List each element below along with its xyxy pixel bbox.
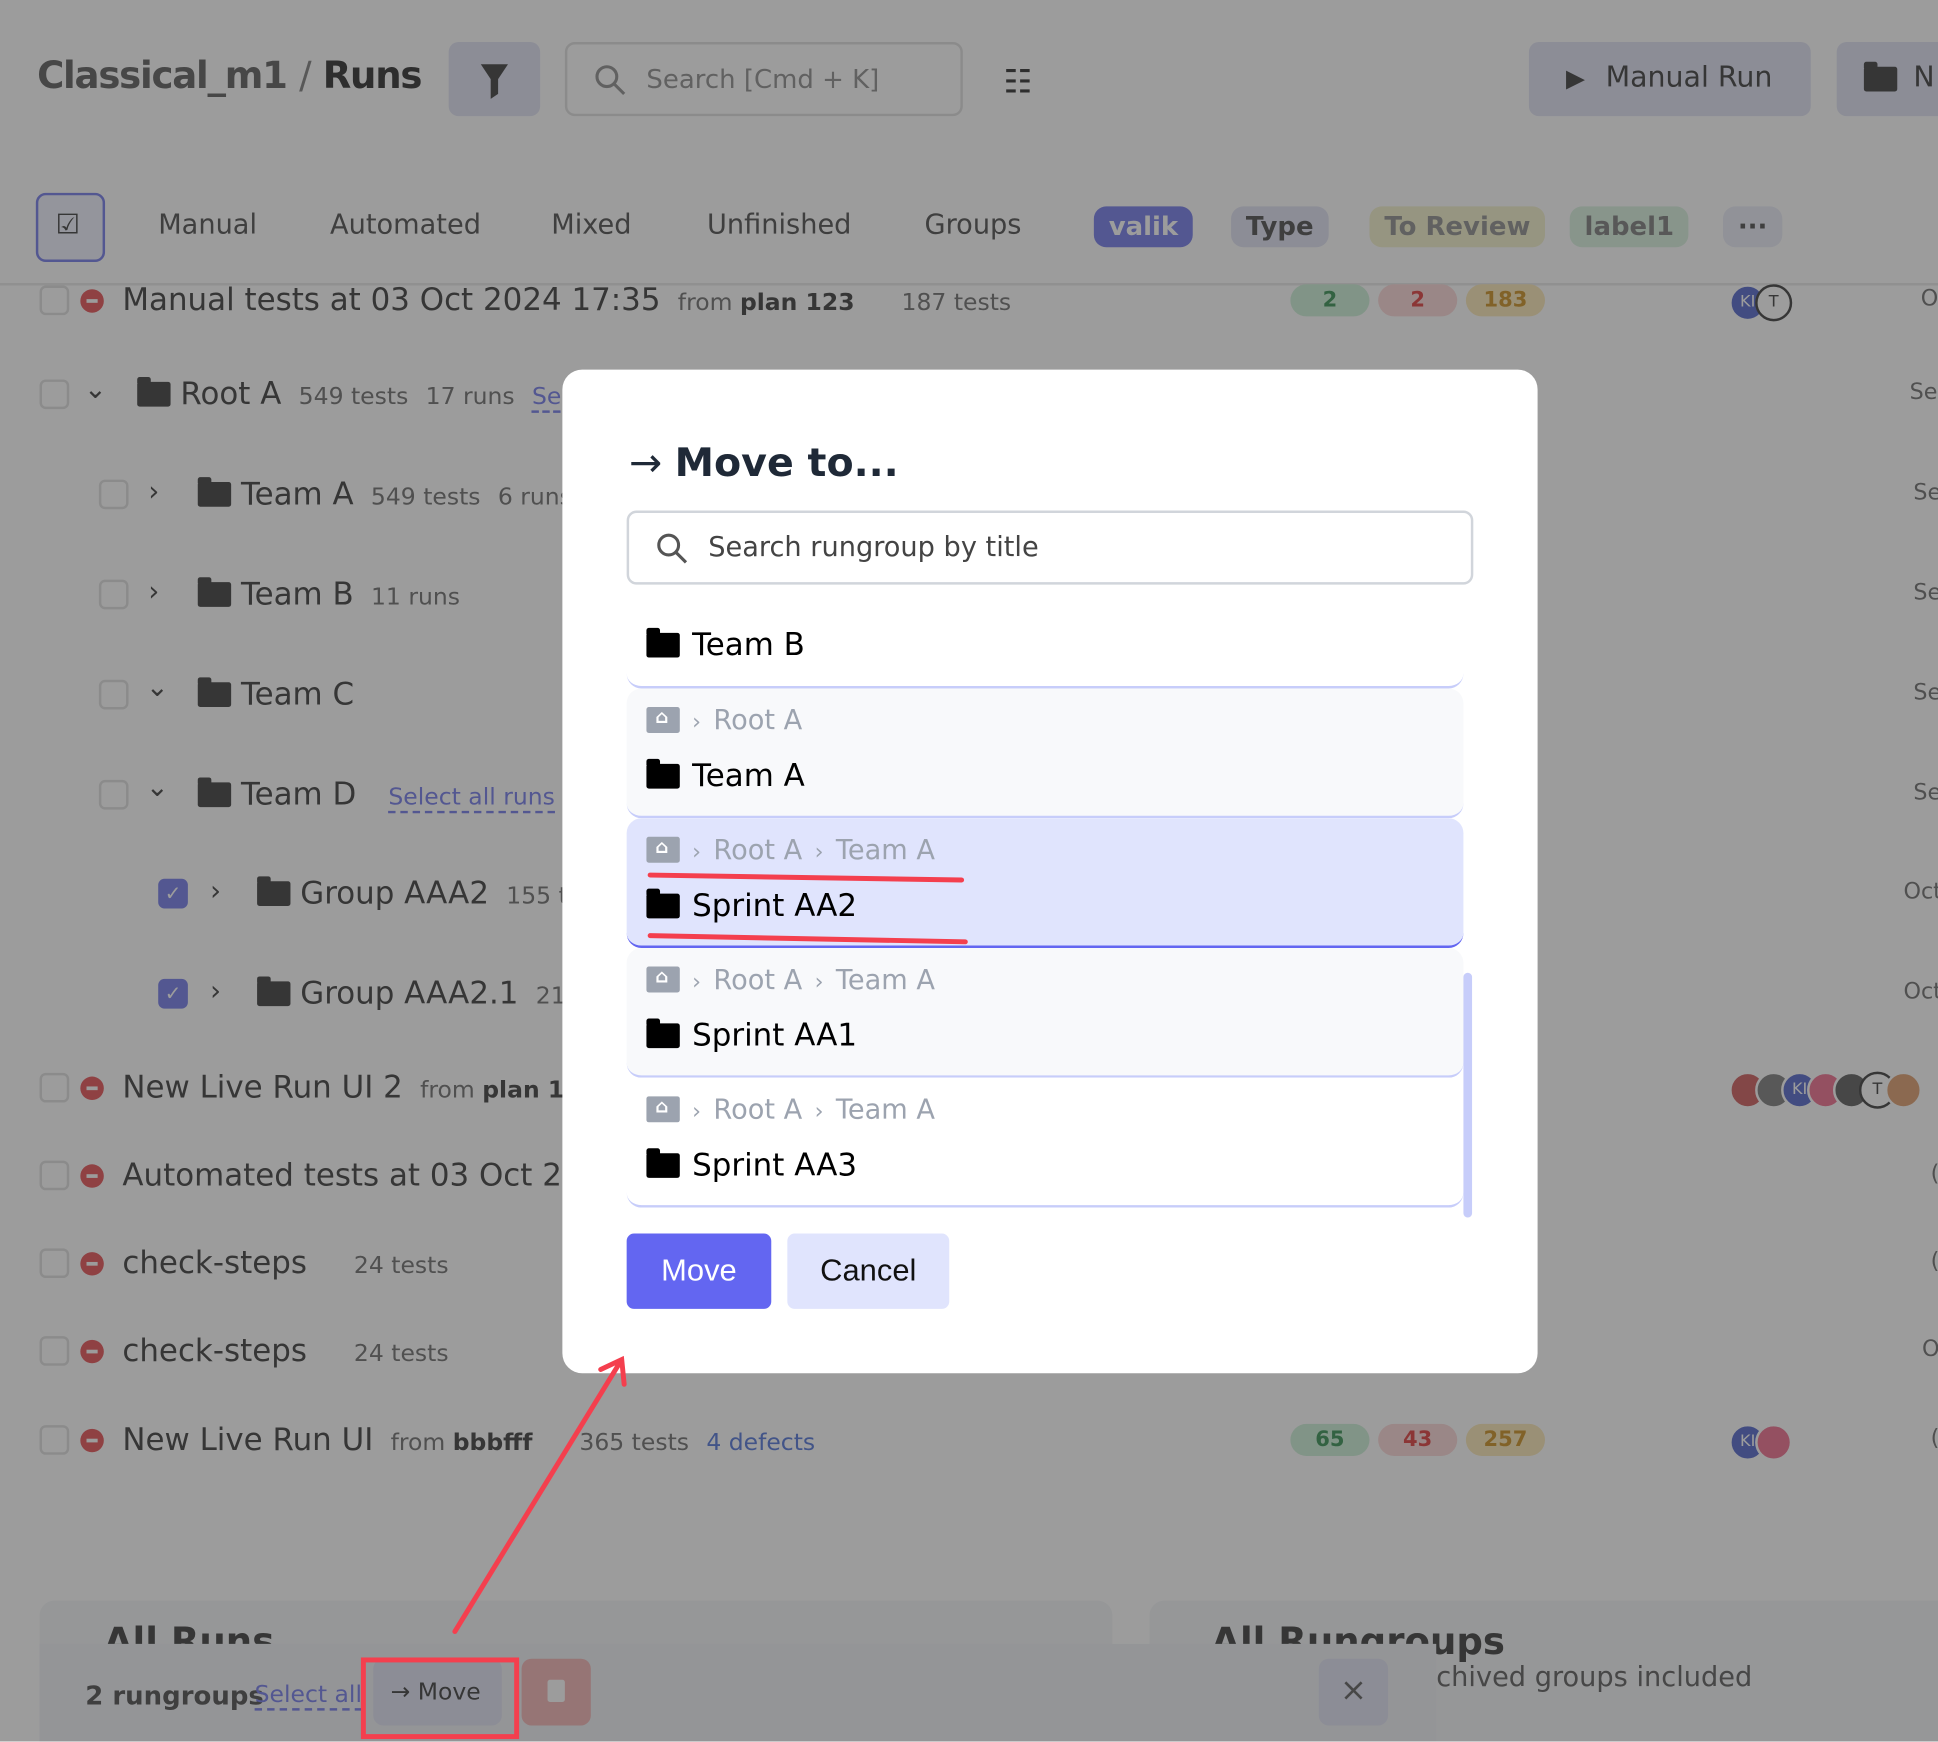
rungroup-option-selected[interactable]: ›Root A›Team ASprint AA2 xyxy=(626,818,1464,949)
home-folder-icon xyxy=(646,706,680,733)
rungroup-option[interactable]: ›Root ATeam A xyxy=(626,688,1464,819)
rungroup-search-input[interactable]: Search rungroup by title xyxy=(626,510,1474,585)
folder-icon xyxy=(646,1148,680,1178)
rungroup-option[interactable]: ›Root A›Team ASprint AA3 xyxy=(626,1077,1464,1208)
move-to-dialog: → Move to... Search rungroup by title Tea… xyxy=(562,369,1538,1374)
folder-icon xyxy=(646,627,680,658)
folder-icon xyxy=(646,758,680,789)
search-icon xyxy=(657,533,688,564)
cancel-button[interactable]: Cancel xyxy=(787,1233,950,1309)
home-folder-icon xyxy=(646,1095,680,1123)
folder-icon xyxy=(646,888,680,919)
home-folder-icon xyxy=(646,836,680,863)
dialog-title: → Move to... xyxy=(629,438,899,486)
rungroup-option[interactable]: ›Root A›Team ASprint AA1 xyxy=(626,948,1464,1078)
folder-icon xyxy=(646,1018,680,1049)
home-folder-icon xyxy=(646,965,680,993)
rungroup-option[interactable]: Team B xyxy=(626,614,1464,689)
rungroup-list: Team B ›Root ATeam A ›Root A›Team ASprin… xyxy=(626,614,1474,1208)
move-button[interactable]: Move xyxy=(626,1233,772,1309)
list-scrollbar[interactable] xyxy=(1463,972,1473,1218)
arrow-right-icon: → xyxy=(629,438,663,486)
